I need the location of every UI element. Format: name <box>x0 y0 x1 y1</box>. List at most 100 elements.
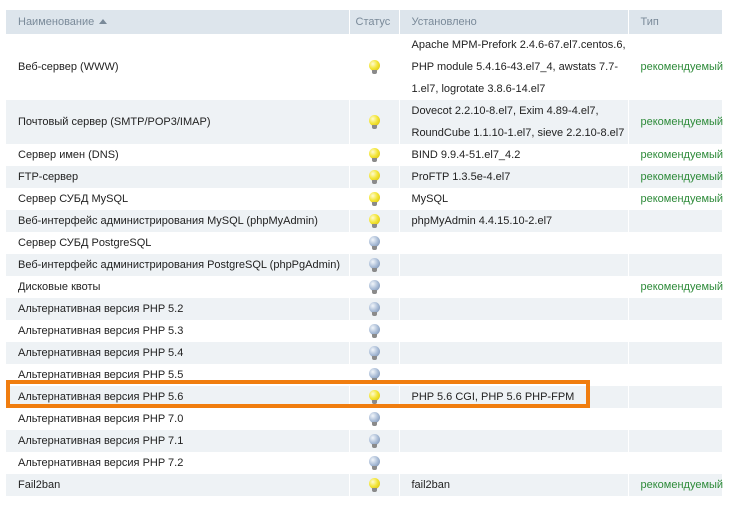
service-type <box>628 386 723 408</box>
service-name: Альтернативная версия PHP 7.0 <box>6 408 350 430</box>
table-row[interactable]: Веб-сервер (WWW) Apache MPM-Prefork 2.4.6… <box>6 34 723 100</box>
lightbulb-on-icon <box>368 59 380 75</box>
table-row[interactable]: FTP-сервер ProFTP 1.3.5e-4.el7 рекомендуем… <box>6 166 723 188</box>
installed-line: PHP 5.6 CGI, PHP 5.6 PHP-FPM <box>411 391 575 403</box>
lightbulb-on-icon <box>368 213 380 229</box>
status-cell <box>349 474 400 496</box>
status-cell <box>349 342 400 364</box>
installed-line: phpMyAdmin 4.4.15.10-2.el7 <box>411 215 553 227</box>
service-type: рекомендуемый <box>628 166 723 188</box>
column-header-installed[interactable]: Установлено <box>399 10 629 34</box>
status-cell <box>349 408 400 430</box>
installed-line: BIND 9.9.4-51.el7_4.2 <box>411 149 521 161</box>
service-name: Fail2ban <box>6 474 350 496</box>
installed-cell <box>399 430 629 452</box>
column-header-name[interactable]: Наименование <box>6 10 350 34</box>
table-row[interactable]: Альтернативная версия PHP 7.1 <box>6 430 723 452</box>
status-cell <box>349 430 400 452</box>
lightbulb-on-icon <box>368 191 380 207</box>
service-type <box>628 254 723 276</box>
installed-line: 1.el7, logrotate 3.8.6-14.el7 <box>411 83 546 95</box>
installed-cell: phpMyAdmin 4.4.15.10-2.el7 <box>399 210 629 232</box>
column-header-type[interactable]: Тип <box>628 10 723 34</box>
service-type <box>628 430 723 452</box>
table-row[interactable]: Альтернативная версия PHP 7.2 <box>6 452 723 474</box>
service-name: Альтернативная версия PHP 5.5 <box>6 364 350 386</box>
lightbulb-on-icon <box>368 477 380 493</box>
installed-cell <box>399 364 629 386</box>
status-cell <box>349 210 400 232</box>
service-type <box>628 210 723 232</box>
table-row[interactable]: Альтернативная версия PHP 7.0 <box>6 408 723 430</box>
service-name: FTP-сервер <box>6 166 350 188</box>
lightbulb-off-icon <box>368 367 380 383</box>
lightbulb-on-icon <box>368 169 380 185</box>
lightbulb-on-icon <box>368 114 380 130</box>
installed-cell <box>399 276 629 298</box>
installed-cell <box>399 342 629 364</box>
status-cell <box>349 320 400 342</box>
installed-cell <box>399 298 629 320</box>
status-cell <box>349 144 400 166</box>
table-row[interactable]: Сервер СУБД MySQL MySQL рекомендуемый <box>6 188 723 210</box>
service-type <box>628 452 723 474</box>
service-name: Веб-интерфейс администрирования MySQL (p… <box>6 210 350 232</box>
installed-line: Dovecot 2.2.10-8.el7, Exim 4.89-4.el7, <box>411 105 599 117</box>
table-row[interactable]: Fail2ban fail2ban рекомендуемый <box>6 474 723 496</box>
status-cell <box>349 100 400 144</box>
column-header-status[interactable]: Статус <box>349 10 400 34</box>
sort-ascending-icon[interactable] <box>99 19 108 24</box>
installed-cell: Dovecot 2.2.10-8.el7, Exim 4.89-4.el7, Ro… <box>399 100 629 144</box>
installed-cell: MySQL <box>399 188 629 210</box>
service-name: Веб-сервер (WWW) <box>6 34 350 100</box>
status-cell <box>349 188 400 210</box>
installed-line: RoundCube 1.1.10-1.el7, sieve 2.2.10-8.e… <box>411 127 625 139</box>
service-type: рекомендуемый <box>628 276 723 298</box>
table-row[interactable]: Веб-интерфейс администрирования MySQL (p… <box>6 210 723 232</box>
installed-cell: PHP 5.6 CGI, PHP 5.6 PHP-FPM <box>399 386 629 408</box>
service-type <box>628 298 723 320</box>
lightbulb-off-icon <box>368 345 380 361</box>
table-row[interactable]: Сервер СУБД PostgreSQL <box>6 232 723 254</box>
column-header-type-label: Тип <box>640 16 659 28</box>
lightbulb-off-icon <box>368 455 380 471</box>
service-type <box>628 408 723 430</box>
installed-cell <box>399 452 629 474</box>
status-cell <box>349 386 400 408</box>
service-type: рекомендуемый <box>628 474 723 496</box>
installed-line: fail2ban <box>411 479 451 491</box>
table-row[interactable]: Альтернативная версия PHP 5.5 <box>6 364 723 386</box>
lightbulb-off-icon <box>368 257 380 273</box>
installed-line: ProFTP 1.3.5e-4.el7 <box>411 171 511 183</box>
table-row[interactable]: Альтернативная версия PHP 5.2 <box>6 298 723 320</box>
service-name: Альтернативная версия PHP 5.4 <box>6 342 350 364</box>
table-row[interactable]: Веб-интерфейс администрирования PostgreS… <box>6 254 723 276</box>
status-cell <box>349 166 400 188</box>
status-cell <box>349 298 400 320</box>
status-cell <box>349 452 400 474</box>
status-cell <box>349 254 400 276</box>
table-row[interactable]: Альтернативная версия PHP 5.6 PHP 5.6 CGI… <box>6 386 723 408</box>
installed-cell: Apache MPM-Prefork 2.4.6-67.el7.centos.6… <box>399 34 629 100</box>
installed-cell <box>399 232 629 254</box>
status-cell <box>349 232 400 254</box>
lightbulb-off-icon <box>368 323 380 339</box>
service-name: Альтернативная версия PHP 7.2 <box>6 452 350 474</box>
installed-cell: BIND 9.9.4-51.el7_4.2 <box>399 144 629 166</box>
table-header-row: Наименование Статус Установлено Тип <box>6 10 723 34</box>
installed-line: MySQL <box>411 193 449 205</box>
table-row[interactable]: Дисковые квоты рекомендуемый <box>6 276 723 298</box>
table-row[interactable]: Сервер имен (DNS) BIND 9.9.4-51.el7_4.2 ре… <box>6 144 723 166</box>
service-name: Почтовый сервер (SMTP/POP3/IMAP) <box>6 100 350 144</box>
installed-cell <box>399 254 629 276</box>
installed-line: Apache MPM-Prefork 2.4.6-67.el7.centos.6… <box>411 39 626 51</box>
table-row[interactable]: Почтовый сервер (SMTP/POP3/IMAP) Dovecot … <box>6 100 723 144</box>
table-row[interactable]: Альтернативная версия PHP 5.4 <box>6 342 723 364</box>
service-name: Дисковые квоты <box>6 276 350 298</box>
service-name: Сервер СУБД PostgreSQL <box>6 232 350 254</box>
service-name: Альтернативная версия PHP 5.3 <box>6 320 350 342</box>
table-row[interactable]: Альтернативная версия PHP 5.3 <box>6 320 723 342</box>
lightbulb-off-icon <box>368 433 380 449</box>
service-name: Альтернативная версия PHP 7.1 <box>6 430 350 452</box>
lightbulb-on-icon <box>368 147 380 163</box>
